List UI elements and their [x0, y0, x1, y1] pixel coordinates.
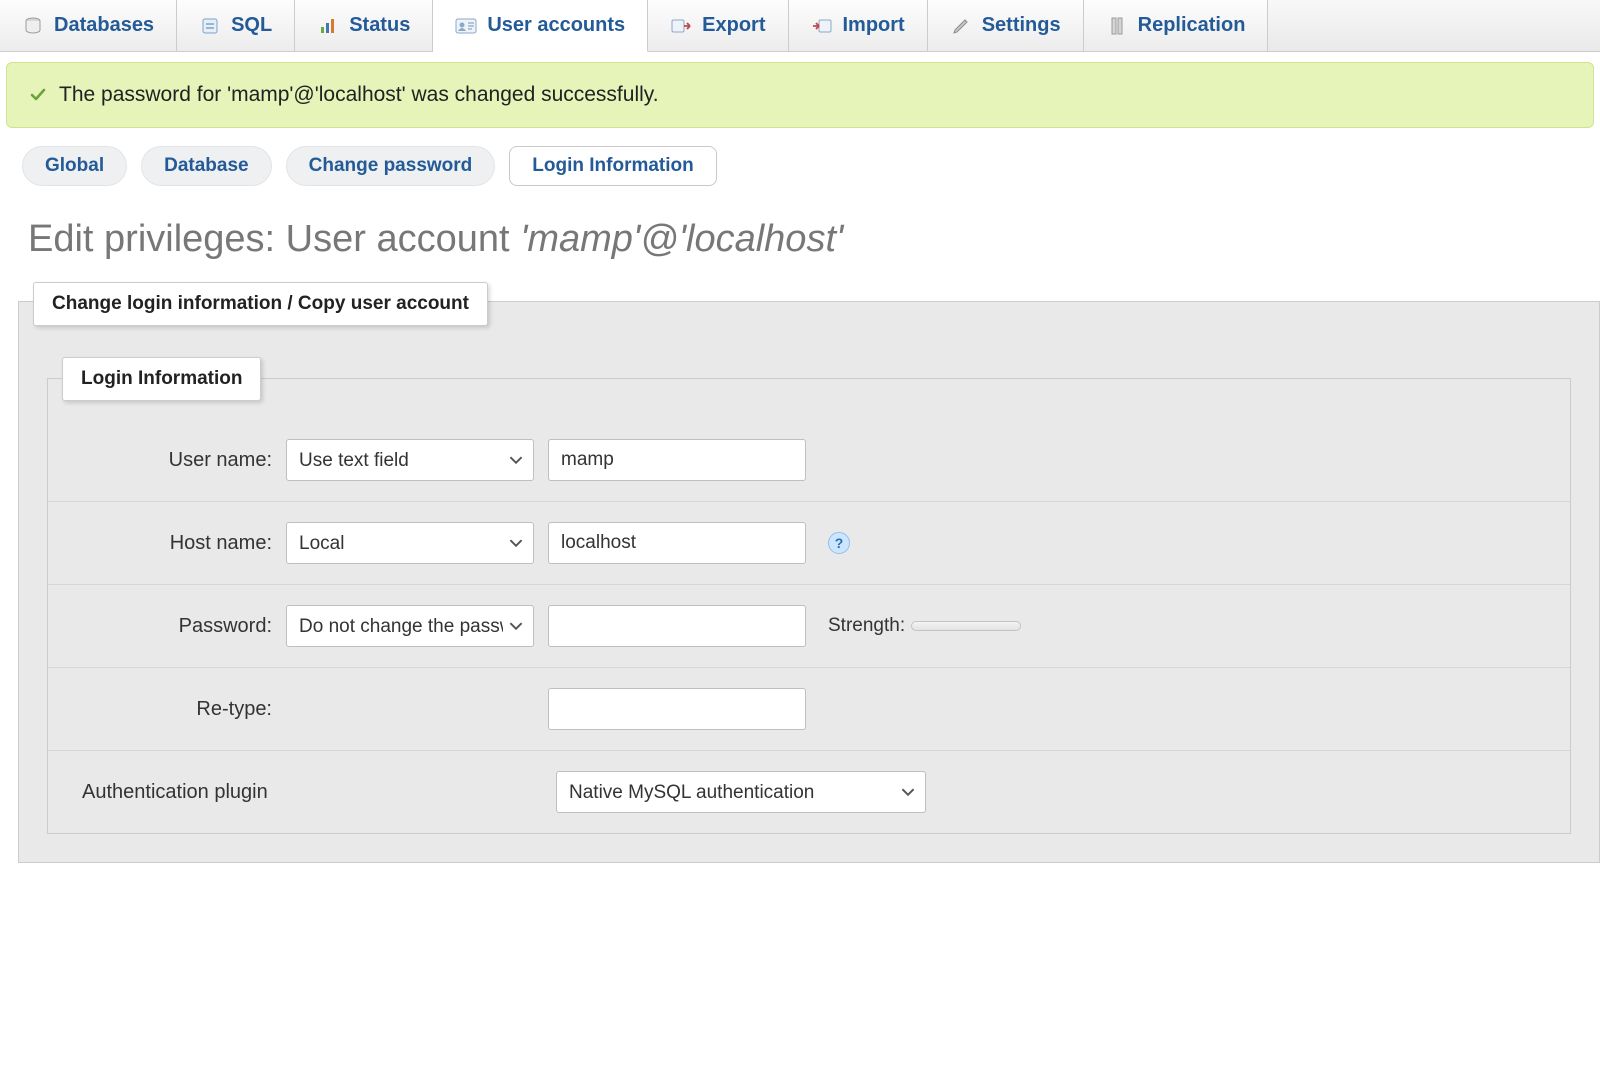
- subtab-change-password[interactable]: Change password: [286, 146, 496, 186]
- row-retype: Re-type:: [48, 668, 1570, 751]
- hostname-label: Host name:: [62, 532, 272, 555]
- tab-settings[interactable]: Settings: [928, 0, 1084, 51]
- tab-label: Replication: [1138, 14, 1246, 37]
- replication-icon: [1106, 15, 1128, 37]
- password-mode-select[interactable]: Do not change the password: [286, 605, 534, 647]
- retype-label: Re-type:: [62, 698, 272, 721]
- tab-status[interactable]: Status: [295, 0, 433, 51]
- subtab-bar: Global Database Change password Login In…: [0, 128, 1600, 192]
- success-message-text: The password for 'mamp'@'localhost' was …: [59, 83, 659, 107]
- users-icon: [455, 15, 477, 37]
- tab-replication[interactable]: Replication: [1084, 0, 1269, 51]
- status-icon: [317, 15, 339, 37]
- subtab-login-information[interactable]: Login Information: [509, 146, 716, 186]
- hostname-input[interactable]: [548, 522, 806, 564]
- check-icon: [29, 86, 47, 104]
- page-title: Edit privileges: User account 'mamp'@'lo…: [0, 192, 1600, 271]
- strength-meter: [911, 621, 1021, 631]
- change-login-legend: Change login information / Copy user acc…: [33, 282, 488, 326]
- tab-databases[interactable]: Databases: [0, 0, 177, 51]
- tab-label: Settings: [982, 14, 1061, 37]
- tab-label: User accounts: [487, 14, 625, 37]
- sql-icon: [199, 15, 221, 37]
- authplugin-label: Authentication plugin: [62, 781, 542, 804]
- password-label: Password:: [62, 615, 272, 638]
- import-icon: [811, 15, 833, 37]
- change-login-panel: Change login information / Copy user acc…: [18, 301, 1600, 863]
- username-mode-select[interactable]: Use text field: [286, 439, 534, 481]
- top-tabbar: Databases SQL Status User accounts Expor…: [0, 0, 1600, 52]
- username-label: User name:: [62, 449, 272, 472]
- login-information-panel: Login Information User name: Use text fi…: [47, 378, 1571, 834]
- tab-user-accounts[interactable]: User accounts: [433, 0, 648, 52]
- subtab-global[interactable]: Global: [22, 146, 127, 186]
- strength-label: Strength:: [828, 615, 905, 637]
- database-icon: [22, 15, 44, 37]
- tab-export[interactable]: Export: [648, 0, 788, 51]
- authplugin-select[interactable]: Native MySQL authentication: [556, 771, 926, 813]
- row-username: User name: Use text field: [48, 419, 1570, 502]
- tab-label: Databases: [54, 14, 154, 37]
- retype-input[interactable]: [548, 688, 806, 730]
- subtab-database[interactable]: Database: [141, 146, 272, 186]
- success-message: The password for 'mamp'@'localhost' was …: [6, 62, 1594, 128]
- tab-label: Export: [702, 14, 765, 37]
- hostname-mode-select[interactable]: Local: [286, 522, 534, 564]
- password-input[interactable]: [548, 605, 806, 647]
- tab-label: SQL: [231, 14, 272, 37]
- tab-import[interactable]: Import: [789, 0, 928, 51]
- export-icon: [670, 15, 692, 37]
- login-information-legend: Login Information: [62, 357, 261, 401]
- tab-label: Import: [843, 14, 905, 37]
- row-password: Password: Do not change the password Str…: [48, 585, 1570, 668]
- tab-label: Status: [349, 14, 410, 37]
- password-strength: Strength:: [828, 615, 1021, 637]
- tab-sql[interactable]: SQL: [177, 0, 295, 51]
- row-hostname: Host name: Local ?: [48, 502, 1570, 585]
- help-icon[interactable]: ?: [828, 532, 850, 554]
- account-identifier: 'mamp'@'localhost': [520, 218, 843, 260]
- settings-icon: [950, 15, 972, 37]
- username-input[interactable]: [548, 439, 806, 481]
- row-auth-plugin: Authentication plugin Native MySQL authe…: [48, 751, 1570, 833]
